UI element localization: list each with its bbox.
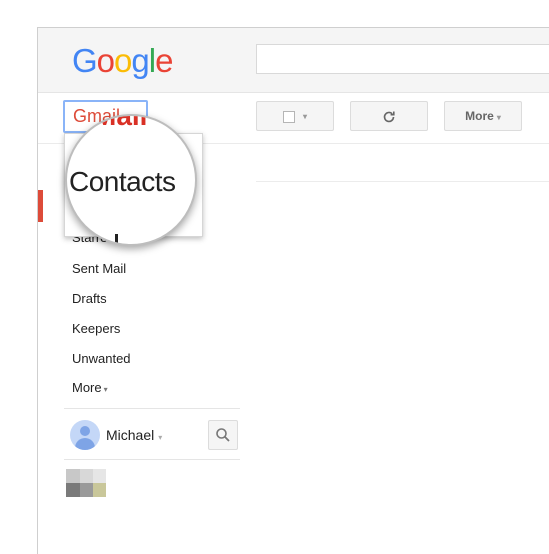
contact-thumbnail[interactable] [66,469,106,497]
content-divider [256,181,549,182]
chevron-down-icon: ▾ [302,111,307,121]
chevron-down-icon: ▾ [158,433,163,442]
thumbnail-pixel [80,469,93,483]
sidebar-item-keepers[interactable]: Keepers [72,321,120,337]
user-name: Michael [106,427,155,443]
sidebar-divider [64,408,240,409]
sidebar-item-drafts[interactable]: Drafts [72,291,107,307]
dropdown-item-contacts[interactable]: Contacts [69,166,176,198]
thumbnail-pixel [66,469,80,483]
search-icon [216,428,230,442]
inbox-active-indicator [38,190,43,222]
dropdown-item-mail[interactable]: Mail [93,116,147,132]
avatar-head [80,426,90,436]
avatar[interactable] [70,420,100,450]
chevron-down-icon: ▾ [103,385,108,394]
refresh-icon [383,111,395,123]
refresh-button[interactable] [350,101,428,131]
thumbnail-pixel [66,483,80,497]
chevron-down-icon: ▾ [496,113,501,122]
thumbnail-pixel [80,483,93,497]
sidebar-item-sent-mail[interactable]: Sent Mail [72,261,126,277]
more-actions-label: More [465,109,494,123]
avatar-body [75,438,95,450]
checkbox-icon[interactable] [282,110,295,123]
magnifier-cursor-mark [115,234,118,244]
search-input[interactable] [256,44,549,74]
thumbnail-pixel [93,469,106,483]
search-people-button[interactable] [208,420,238,450]
hangouts-user-menu[interactable]: Michael ▾ [106,427,162,443]
sidebar-more-label: More [72,380,102,395]
sidebar-item-unwanted[interactable]: Unwanted [72,351,131,367]
magnifier-callout: Mail Contacts [65,114,197,246]
hangouts-divider [64,459,240,460]
sidebar-more-button[interactable]: More ▾ [72,380,108,398]
google-logo[interactable]: Google [72,42,173,80]
more-actions-button[interactable]: More ▾ [444,101,522,131]
thumbnail-pixel [93,483,106,497]
select-all-button[interactable]: ▾ [256,101,334,131]
